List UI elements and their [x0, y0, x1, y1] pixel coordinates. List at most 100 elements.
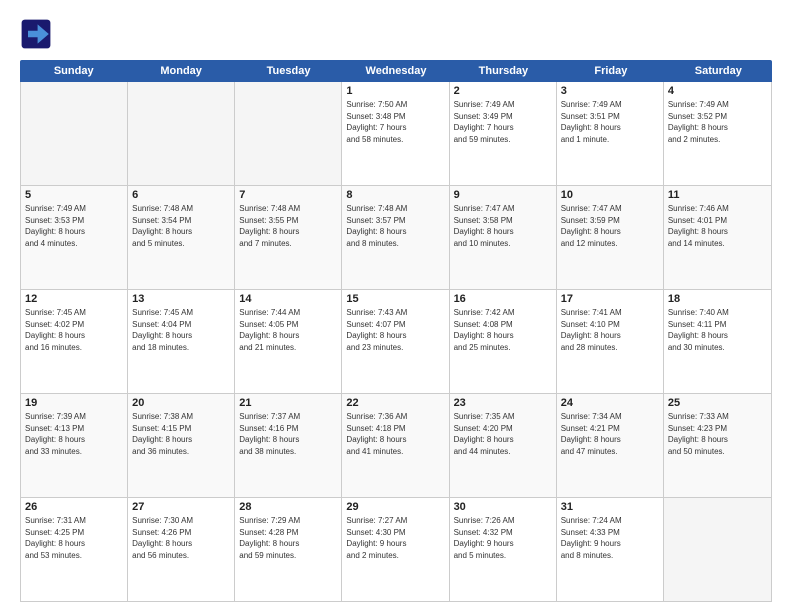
day-number: 30	[454, 501, 552, 513]
day-number: 1	[346, 85, 444, 97]
cell-info: Sunrise: 7:45 AM Sunset: 4:02 PM Dayligh…	[25, 307, 123, 353]
day-number: 4	[668, 85, 767, 97]
cell-info: Sunrise: 7:36 AM Sunset: 4:18 PM Dayligh…	[346, 411, 444, 457]
calendar-cell: 4 Sunrise: 7:49 AM Sunset: 3:52 PM Daylig…	[664, 82, 771, 185]
cell-info: Sunrise: 7:29 AM Sunset: 4:28 PM Dayligh…	[239, 515, 337, 561]
calendar-row: 5 Sunrise: 7:49 AM Sunset: 3:53 PM Daylig…	[21, 186, 771, 290]
calendar-cell: 3 Sunrise: 7:49 AM Sunset: 3:51 PM Daylig…	[557, 82, 664, 185]
cell-info: Sunrise: 7:38 AM Sunset: 4:15 PM Dayligh…	[132, 411, 230, 457]
calendar-cell: 18Sunrise: 7:40 AM Sunset: 4:11 PM Dayli…	[664, 290, 771, 393]
header-day-sunday: Sunday	[20, 60, 127, 82]
calendar-row: 12 Sunrise: 7:45 AM Sunset: 4:02 PM Dayli…	[21, 290, 771, 394]
cell-info: Sunrise: 7:46 AM Sunset: 4:01 PM Dayligh…	[668, 203, 767, 249]
calendar-cell: 26Sunrise: 7:31 AM Sunset: 4:25 PM Dayli…	[21, 498, 128, 601]
calendar-cell: 24 Sunrise: 7:34 AM Sunset: 4:21 PM Dayli…	[557, 394, 664, 497]
day-number: 21	[239, 397, 337, 409]
cell-info: Sunrise: 7:47 AM Sunset: 3:59 PM Dayligh…	[561, 203, 659, 249]
header-day-thursday: Thursday	[450, 60, 557, 82]
day-number: 14	[239, 293, 337, 305]
calendar-cell: 9 Sunrise: 7:47 AM Sunset: 3:58 PM Daylig…	[450, 186, 557, 289]
calendar-cell: 2Sunrise: 7:49 AM Sunset: 3:49 PM Daylig…	[450, 82, 557, 185]
day-number: 10	[561, 189, 659, 201]
calendar-cell: 31Sunrise: 7:24 AM Sunset: 4:33 PM Dayli…	[557, 498, 664, 601]
day-number: 23	[454, 397, 552, 409]
cell-info: Sunrise: 7:24 AM Sunset: 4:33 PM Dayligh…	[561, 515, 659, 561]
cell-info: Sunrise: 7:45 AM Sunset: 4:04 PM Dayligh…	[132, 307, 230, 353]
calendar-cell: 29 Sunrise: 7:27 AM Sunset: 4:30 PM Dayli…	[342, 498, 449, 601]
calendar-cell	[21, 82, 128, 185]
day-number: 6	[132, 189, 230, 201]
calendar-cell: 21 Sunrise: 7:37 AM Sunset: 4:16 PM Dayli…	[235, 394, 342, 497]
cell-info: Sunrise: 7:49 AM Sunset: 3:52 PM Dayligh…	[668, 99, 767, 145]
cell-info: Sunrise: 7:27 AM Sunset: 4:30 PM Dayligh…	[346, 515, 444, 561]
header-day-monday: Monday	[127, 60, 234, 82]
cell-info: Sunrise: 7:34 AM Sunset: 4:21 PM Dayligh…	[561, 411, 659, 457]
cell-info: Sunrise: 7:30 AM Sunset: 4:26 PM Dayligh…	[132, 515, 230, 561]
cell-info: Sunrise: 7:42 AM Sunset: 4:08 PM Dayligh…	[454, 307, 552, 353]
day-number: 8	[346, 189, 444, 201]
calendar-row: 26Sunrise: 7:31 AM Sunset: 4:25 PM Dayli…	[21, 498, 771, 601]
calendar-cell: 11Sunrise: 7:46 AM Sunset: 4:01 PM Dayli…	[664, 186, 771, 289]
calendar-cell: 17Sunrise: 7:41 AM Sunset: 4:10 PM Dayli…	[557, 290, 664, 393]
calendar-cell: 12 Sunrise: 7:45 AM Sunset: 4:02 PM Dayli…	[21, 290, 128, 393]
calendar-cell: 13 Sunrise: 7:45 AM Sunset: 4:04 PM Dayli…	[128, 290, 235, 393]
calendar-cell: 1 Sunrise: 7:50 AM Sunset: 3:48 PM Daylig…	[342, 82, 449, 185]
cell-info: Sunrise: 7:40 AM Sunset: 4:11 PM Dayligh…	[668, 307, 767, 353]
day-number: 22	[346, 397, 444, 409]
cell-info: Sunrise: 7:49 AM Sunset: 3:51 PM Dayligh…	[561, 99, 659, 145]
cell-info: Sunrise: 7:47 AM Sunset: 3:58 PM Dayligh…	[454, 203, 552, 249]
calendar-cell: 30 Sunrise: 7:26 AM Sunset: 4:32 PM Dayli…	[450, 498, 557, 601]
day-number: 19	[25, 397, 123, 409]
calendar-cell: 8 Sunrise: 7:48 AM Sunset: 3:57 PM Daylig…	[342, 186, 449, 289]
calendar-cell: 25Sunrise: 7:33 AM Sunset: 4:23 PM Dayli…	[664, 394, 771, 497]
day-number: 13	[132, 293, 230, 305]
calendar-cell: 14 Sunrise: 7:44 AM Sunset: 4:05 PM Dayli…	[235, 290, 342, 393]
day-number: 20	[132, 397, 230, 409]
day-number: 17	[561, 293, 659, 305]
cell-info: Sunrise: 7:48 AM Sunset: 3:57 PM Dayligh…	[346, 203, 444, 249]
day-number: 28	[239, 501, 337, 513]
cell-info: Sunrise: 7:26 AM Sunset: 4:32 PM Dayligh…	[454, 515, 552, 561]
cell-info: Sunrise: 7:33 AM Sunset: 4:23 PM Dayligh…	[668, 411, 767, 457]
header	[20, 18, 772, 50]
calendar-cell: 28 Sunrise: 7:29 AM Sunset: 4:28 PM Dayli…	[235, 498, 342, 601]
cell-info: Sunrise: 7:49 AM Sunset: 3:49 PM Dayligh…	[454, 99, 552, 145]
calendar-cell: 15Sunrise: 7:43 AM Sunset: 4:07 PM Dayli…	[342, 290, 449, 393]
calendar-cell: 27 Sunrise: 7:30 AM Sunset: 4:26 PM Dayli…	[128, 498, 235, 601]
calendar-cell: 7 Sunrise: 7:48 AM Sunset: 3:55 PM Daylig…	[235, 186, 342, 289]
calendar-header: SundayMondayTuesdayWednesdayThursdayFrid…	[20, 60, 772, 82]
day-number: 26	[25, 501, 123, 513]
day-number: 29	[346, 501, 444, 513]
calendar-cell: 23 Sunrise: 7:35 AM Sunset: 4:20 PM Dayli…	[450, 394, 557, 497]
cell-info: Sunrise: 7:44 AM Sunset: 4:05 PM Dayligh…	[239, 307, 337, 353]
calendar-cell: 19Sunrise: 7:39 AM Sunset: 4:13 PM Dayli…	[21, 394, 128, 497]
day-number: 15	[346, 293, 444, 305]
cell-info: Sunrise: 7:50 AM Sunset: 3:48 PM Dayligh…	[346, 99, 444, 145]
calendar-cell: 22 Sunrise: 7:36 AM Sunset: 4:18 PM Dayli…	[342, 394, 449, 497]
calendar-row: 1 Sunrise: 7:50 AM Sunset: 3:48 PM Daylig…	[21, 82, 771, 186]
logo	[20, 18, 56, 50]
cell-info: Sunrise: 7:48 AM Sunset: 3:55 PM Dayligh…	[239, 203, 337, 249]
cell-info: Sunrise: 7:48 AM Sunset: 3:54 PM Dayligh…	[132, 203, 230, 249]
day-number: 3	[561, 85, 659, 97]
day-number: 24	[561, 397, 659, 409]
calendar-cell: 20 Sunrise: 7:38 AM Sunset: 4:15 PM Dayli…	[128, 394, 235, 497]
calendar-cell	[128, 82, 235, 185]
day-number: 27	[132, 501, 230, 513]
header-day-wednesday: Wednesday	[342, 60, 449, 82]
header-day-saturday: Saturday	[665, 60, 772, 82]
day-number: 12	[25, 293, 123, 305]
day-number: 16	[454, 293, 552, 305]
calendar: SundayMondayTuesdayWednesdayThursdayFrid…	[20, 60, 772, 602]
cell-info: Sunrise: 7:35 AM Sunset: 4:20 PM Dayligh…	[454, 411, 552, 457]
page: SundayMondayTuesdayWednesdayThursdayFrid…	[0, 0, 792, 612]
calendar-body: 1 Sunrise: 7:50 AM Sunset: 3:48 PM Daylig…	[20, 82, 772, 602]
day-number: 7	[239, 189, 337, 201]
header-day-friday: Friday	[557, 60, 664, 82]
calendar-cell	[664, 498, 771, 601]
calendar-cell: 10 Sunrise: 7:47 AM Sunset: 3:59 PM Dayli…	[557, 186, 664, 289]
day-number: 5	[25, 189, 123, 201]
cell-info: Sunrise: 7:37 AM Sunset: 4:16 PM Dayligh…	[239, 411, 337, 457]
day-number: 9	[454, 189, 552, 201]
cell-info: Sunrise: 7:49 AM Sunset: 3:53 PM Dayligh…	[25, 203, 123, 249]
